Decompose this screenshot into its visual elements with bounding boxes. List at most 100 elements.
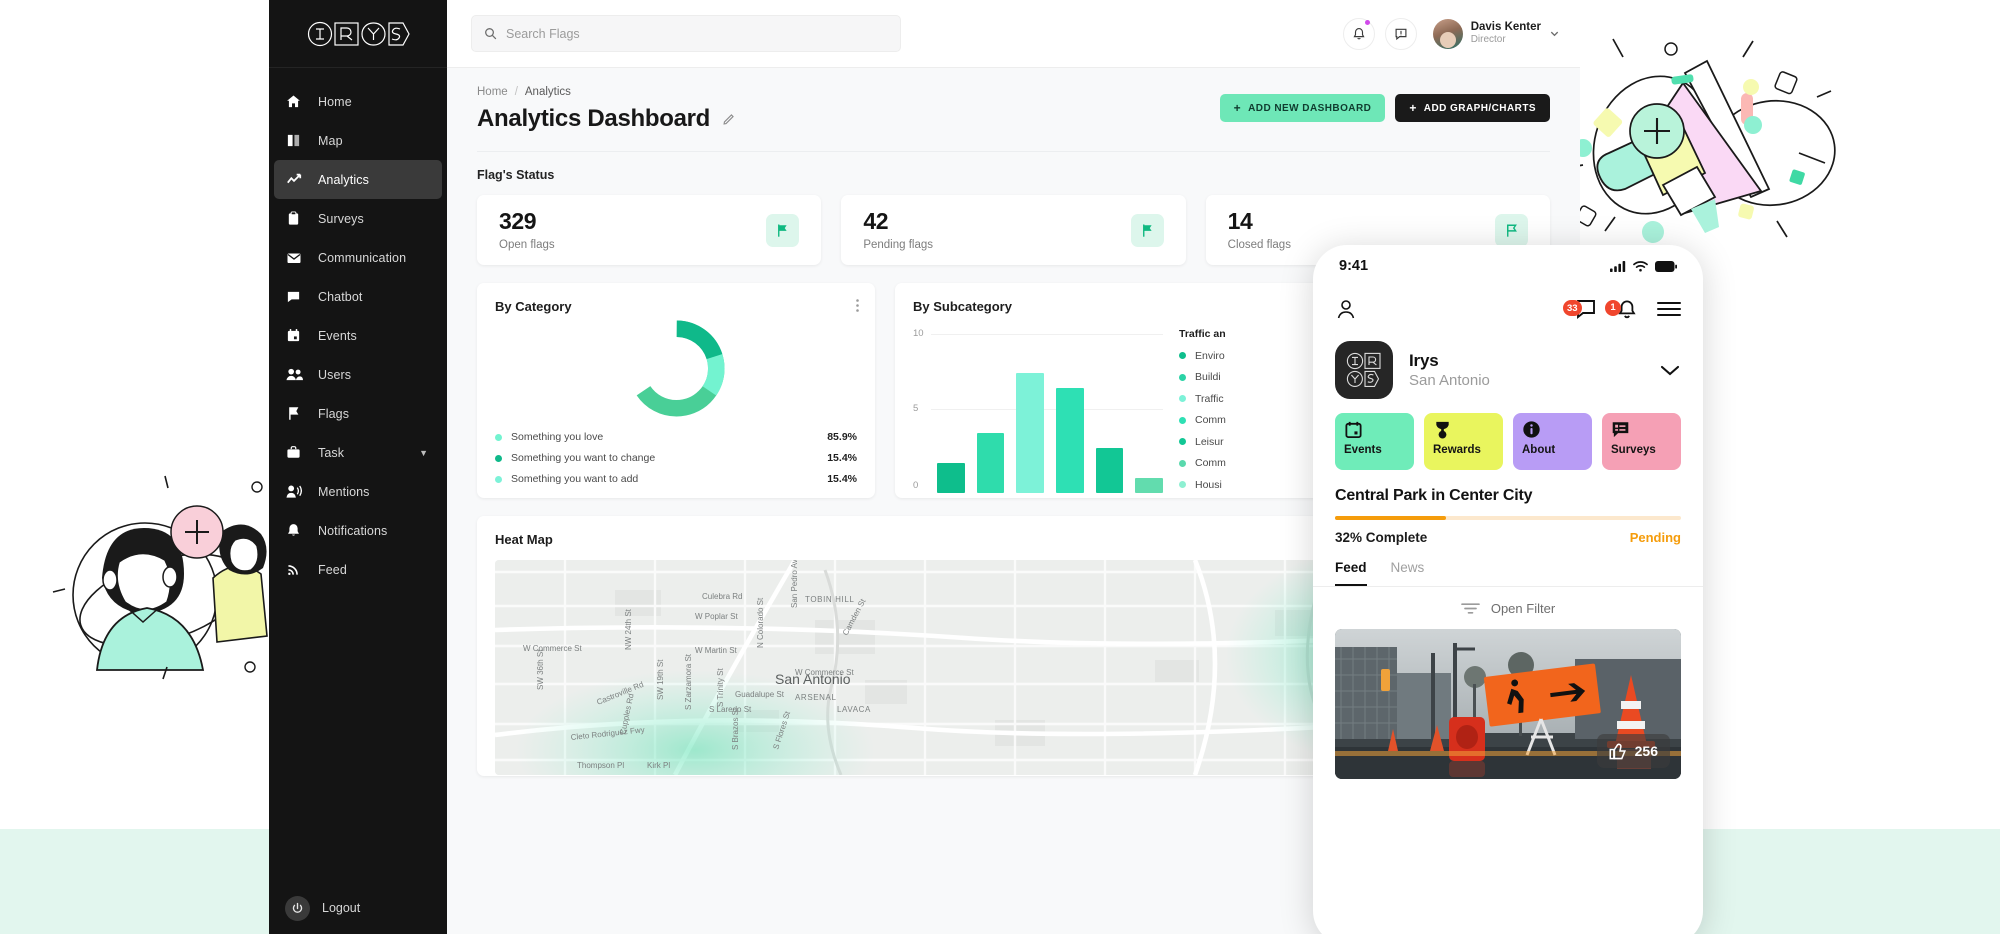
- tile-rewards[interactable]: Rewards: [1424, 413, 1503, 470]
- add-new-dashboard-button[interactable]: + ADD NEW DASHBOARD: [1219, 94, 1386, 122]
- legend-label: Buildi: [1195, 371, 1221, 383]
- stat-card-pending-flags[interactable]: 42 Pending flags: [841, 195, 1186, 265]
- svg-text:NW 24th St: NW 24th St: [624, 608, 633, 650]
- bar[interactable]: [1095, 448, 1124, 493]
- bell-icon: [1352, 27, 1366, 41]
- tile-about[interactable]: About: [1513, 413, 1592, 470]
- notifications-button[interactable]: [1342, 17, 1375, 50]
- add-new-dashboard-label: ADD NEW DASHBOARD: [1248, 102, 1372, 114]
- filter-icon: [1460, 602, 1480, 615]
- logout-label: Logout: [322, 901, 361, 915]
- legend-color-swatch: [1179, 352, 1186, 359]
- legend-item: Leisur: [1179, 436, 1329, 448]
- sidebar-item-label: Feed: [318, 562, 347, 577]
- bar[interactable]: [1056, 388, 1084, 493]
- project-meta: 32% Complete Pending: [1313, 520, 1703, 545]
- tile-label: Surveys: [1611, 444, 1656, 456]
- legend-item: Traffic: [1179, 393, 1329, 405]
- open-filter-button[interactable]: Open Filter: [1313, 587, 1703, 616]
- feedback-icon: [1394, 27, 1408, 41]
- svg-text:N Colorado St: N Colorado St: [756, 597, 765, 648]
- stat-value: 14: [1227, 207, 1253, 234]
- envelope-icon: [286, 249, 308, 267]
- topbar-actions: Davis Kenter Director: [1342, 17, 1560, 50]
- sidebar-item-label: Users: [318, 367, 352, 382]
- sidebar-item-home[interactable]: Home: [274, 82, 442, 121]
- flag-icon: [286, 405, 308, 423]
- sidebar-item-users[interactable]: Users: [274, 355, 442, 394]
- tab-feed[interactable]: Feed: [1335, 560, 1367, 586]
- legend-color-swatch: [1179, 416, 1186, 424]
- megaphone-illustration: [1555, 35, 1855, 275]
- sidebar-item-label: Flags: [318, 406, 350, 421]
- chevron-down-icon[interactable]: [1659, 364, 1681, 377]
- bar[interactable]: [937, 463, 965, 493]
- svg-text:TOBIN HILL: TOBIN HILL: [805, 595, 854, 604]
- tile-surveys[interactable]: Surveys: [1602, 413, 1681, 470]
- svg-text:S Zarzamora St: S Zarzamora St: [684, 653, 693, 710]
- legend-label: Housi: [1195, 478, 1222, 491]
- hamburger-icon[interactable]: [1657, 301, 1681, 317]
- bar[interactable]: [1016, 373, 1045, 493]
- svg-text:W Poplar St: W Poplar St: [695, 612, 738, 621]
- breadcrumb-separator: /: [514, 86, 518, 98]
- sidebar-item-surveys[interactable]: Surveys: [274, 199, 442, 238]
- sidebar-nav: Home Map Analytics Surveys Communication…: [269, 68, 447, 589]
- sidebar-item-feed[interactable]: Feed: [274, 550, 442, 589]
- feed-post-image[interactable]: 256: [1335, 629, 1681, 779]
- legend-item: Something you want to change 15.4%: [495, 452, 857, 464]
- wifi-icon: [1633, 260, 1648, 272]
- breadcrumb-home[interactable]: Home: [477, 86, 508, 98]
- briefcase-icon: [286, 444, 308, 462]
- tile-label: Rewards: [1433, 444, 1481, 456]
- rss-icon: [286, 561, 308, 579]
- tile-events[interactable]: Events: [1335, 413, 1414, 470]
- org-logo: [1335, 341, 1393, 399]
- bar[interactable]: [976, 433, 1005, 493]
- open-filter-label: Open Filter: [1490, 601, 1556, 616]
- person-icon[interactable]: [1335, 298, 1357, 320]
- sidebar-item-flags[interactable]: Flags: [274, 394, 442, 433]
- search-box[interactable]: [471, 15, 901, 52]
- messages-button[interactable]: 33: [1563, 299, 1597, 319]
- sidebar-item-analytics[interactable]: Analytics: [274, 160, 442, 199]
- search-input[interactable]: [506, 26, 888, 41]
- sidebar-logo[interactable]: [269, 0, 447, 68]
- stat-card-open-flags[interactable]: 329 Open flags: [477, 195, 822, 265]
- sidebar-item-chatbot[interactable]: Chatbot: [274, 277, 442, 316]
- svg-text:SW 36th St: SW 36th St: [536, 649, 545, 690]
- bar-chart-legend: Traffic an Enviro Buildi Traffic Comm Le…: [1179, 328, 1329, 493]
- add-graph-charts-button[interactable]: + ADD GRAPH/CHARTS: [1395, 94, 1550, 122]
- chevron-down-icon[interactable]: ▼: [419, 448, 428, 458]
- like-button[interactable]: 256: [1596, 734, 1670, 768]
- sidebar-item-mentions[interactable]: Mentions: [274, 472, 442, 511]
- bar[interactable]: [1135, 478, 1164, 493]
- tab-news[interactable]: News: [1391, 560, 1425, 586]
- phone-org-row[interactable]: Irys San Antonio: [1313, 331, 1703, 399]
- sidebar-item-communication[interactable]: Communication: [274, 238, 442, 277]
- logout-button[interactable]: Logout: [269, 882, 447, 934]
- feedback-button[interactable]: [1384, 17, 1417, 50]
- legend-value: 15.4%: [827, 452, 857, 464]
- more-vertical-icon[interactable]: [856, 299, 859, 312]
- alerts-button[interactable]: 1: [1605, 299, 1637, 320]
- sidebar-item-notifications[interactable]: Notifications: [274, 511, 442, 550]
- sidebar-item-task[interactable]: Task ▼: [274, 433, 442, 472]
- y-tick-10: 10: [913, 328, 924, 339]
- sidebar-item-label: Notifications: [318, 523, 388, 538]
- thumbs-up-icon: [1609, 742, 1627, 760]
- pencil-icon[interactable]: [722, 113, 735, 126]
- legend-label: Comm: [1195, 414, 1226, 426]
- users-icon: [286, 366, 308, 384]
- stat-label: Closed flags: [1227, 238, 1291, 251]
- chevron-down-icon[interactable]: [1549, 28, 1560, 39]
- people-illustration: [45, 470, 275, 685]
- user-menu[interactable]: Davis Kenter Director: [1427, 18, 1560, 49]
- tile-label: About: [1522, 444, 1556, 456]
- org-name: Irys: [1409, 351, 1439, 370]
- sidebar-item-map[interactable]: Map: [274, 121, 442, 160]
- sidebar-item-events[interactable]: Events: [274, 316, 442, 355]
- battery-icon: [1655, 260, 1677, 272]
- user-role: Director: [1470, 34, 1506, 46]
- stat-label: Pending flags: [863, 238, 934, 251]
